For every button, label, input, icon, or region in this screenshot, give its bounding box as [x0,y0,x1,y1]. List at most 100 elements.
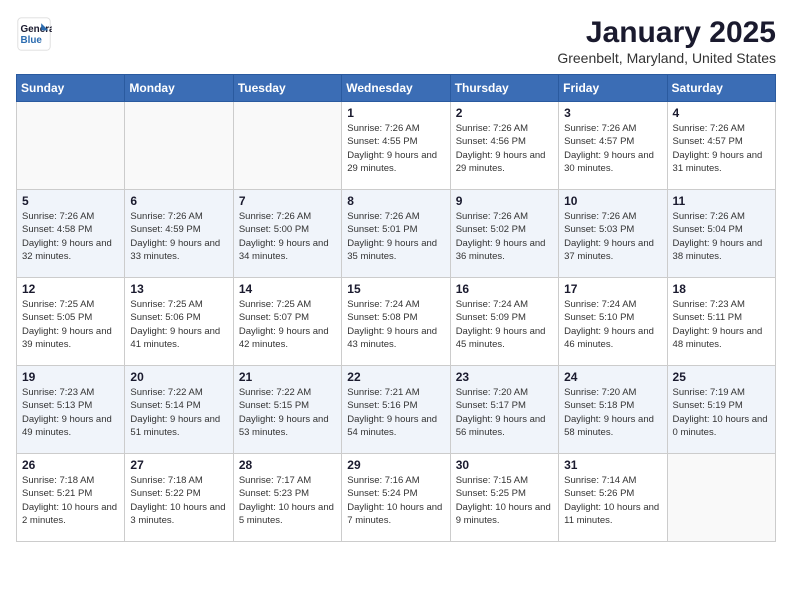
calendar-cell: 27 Sunrise: 7:18 AMSunset: 5:22 PMDayligh… [125,454,233,542]
day-info: Sunrise: 7:18 AMSunset: 5:21 PMDaylight:… [22,474,119,527]
calendar-cell: 21 Sunrise: 7:22 AMSunset: 5:15 PMDayligh… [233,366,341,454]
day-info: Sunrise: 7:26 AMSunset: 5:01 PMDaylight:… [347,210,444,263]
month-title: January 2025 [557,16,776,50]
weekday-header-tuesday: Tuesday [233,75,341,102]
day-number: 27 [130,458,227,472]
calendar-week-row: 1 Sunrise: 7:26 AMSunset: 4:55 PMDaylight… [17,102,776,190]
day-info: Sunrise: 7:25 AMSunset: 5:07 PMDaylight:… [239,298,336,351]
calendar-cell [667,454,775,542]
day-number: 3 [564,106,661,120]
day-number: 30 [456,458,553,472]
title-block: January 2025 Greenbelt, Maryland, United… [557,16,776,66]
day-info: Sunrise: 7:24 AMSunset: 5:09 PMDaylight:… [456,298,553,351]
calendar-cell [125,102,233,190]
calendar-cell: 15 Sunrise: 7:24 AMSunset: 5:08 PMDayligh… [342,278,450,366]
svg-text:Blue: Blue [21,35,43,46]
day-info: Sunrise: 7:26 AMSunset: 5:02 PMDaylight:… [456,210,553,263]
day-info: Sunrise: 7:26 AMSunset: 4:55 PMDaylight:… [347,122,444,175]
day-number: 31 [564,458,661,472]
day-number: 9 [456,194,553,208]
day-info: Sunrise: 7:26 AMSunset: 5:03 PMDaylight:… [564,210,661,263]
day-info: Sunrise: 7:26 AMSunset: 5:04 PMDaylight:… [673,210,770,263]
weekday-header-sunday: Sunday [17,75,125,102]
day-info: Sunrise: 7:26 AMSunset: 4:59 PMDaylight:… [130,210,227,263]
day-info: Sunrise: 7:22 AMSunset: 5:15 PMDaylight:… [239,386,336,439]
calendar-table: SundayMondayTuesdayWednesdayThursdayFrid… [16,74,776,542]
day-info: Sunrise: 7:15 AMSunset: 5:25 PMDaylight:… [456,474,553,527]
calendar-cell: 13 Sunrise: 7:25 AMSunset: 5:06 PMDayligh… [125,278,233,366]
day-number: 14 [239,282,336,296]
day-info: Sunrise: 7:26 AMSunset: 4:58 PMDaylight:… [22,210,119,263]
weekday-header-row: SundayMondayTuesdayWednesdayThursdayFrid… [17,75,776,102]
calendar-cell: 14 Sunrise: 7:25 AMSunset: 5:07 PMDayligh… [233,278,341,366]
day-number: 13 [130,282,227,296]
day-info: Sunrise: 7:14 AMSunset: 5:26 PMDaylight:… [564,474,661,527]
calendar-cell: 2Sunrise: 7:26 AMSunset: 4:56 PMDaylight… [450,102,558,190]
day-number: 23 [456,370,553,384]
calendar-week-row: 12 Sunrise: 7:25 AMSunset: 5:05 PMDayligh… [17,278,776,366]
calendar-cell: 12 Sunrise: 7:25 AMSunset: 5:05 PMDayligh… [17,278,125,366]
calendar-cell: 20Sunrise: 7:22 AMSunset: 5:14 PMDayligh… [125,366,233,454]
calendar-week-row: 5 Sunrise: 7:26 AMSunset: 4:58 PMDaylight… [17,190,776,278]
day-info: Sunrise: 7:25 AMSunset: 5:06 PMDaylight:… [130,298,227,351]
day-number: 18 [673,282,770,296]
calendar-cell: 18Sunrise: 7:23 AMSunset: 5:11 PMDayligh… [667,278,775,366]
day-info: Sunrise: 7:16 AMSunset: 5:24 PMDaylight:… [347,474,444,527]
day-number: 16 [456,282,553,296]
calendar-cell: 29 Sunrise: 7:16 AMSunset: 5:24 PMDayligh… [342,454,450,542]
calendar-cell [233,102,341,190]
day-info: Sunrise: 7:26 AMSunset: 5:00 PMDaylight:… [239,210,336,263]
calendar-cell: 28Sunrise: 7:17 AMSunset: 5:23 PMDayligh… [233,454,341,542]
day-info: Sunrise: 7:18 AMSunset: 5:22 PMDaylight:… [130,474,227,527]
calendar-cell: 9 Sunrise: 7:26 AMSunset: 5:02 PMDaylight… [450,190,558,278]
calendar-cell: 23 Sunrise: 7:20 AMSunset: 5:17 PMDayligh… [450,366,558,454]
calendar-week-row: 26 Sunrise: 7:18 AMSunset: 5:21 PMDayligh… [17,454,776,542]
day-number: 19 [22,370,119,384]
day-number: 7 [239,194,336,208]
weekday-header-saturday: Saturday [667,75,775,102]
calendar-week-row: 19 Sunrise: 7:23 AMSunset: 5:13 PMDayligh… [17,366,776,454]
calendar-cell: 31 Sunrise: 7:14 AMSunset: 5:26 PMDayligh… [559,454,667,542]
day-number: 25 [673,370,770,384]
page-header: General Blue GeneralBlue January 2025 Gr… [16,16,776,66]
day-number: 2 [456,106,553,120]
calendar-cell: 11 Sunrise: 7:26 AMSunset: 5:04 PMDayligh… [667,190,775,278]
day-number: 4 [673,106,770,120]
day-number: 21 [239,370,336,384]
day-number: 22 [347,370,444,384]
day-number: 29 [347,458,444,472]
calendar-cell: 3 Sunrise: 7:26 AMSunset: 4:57 PMDaylight… [559,102,667,190]
calendar-cell: 16 Sunrise: 7:24 AMSunset: 5:09 PMDayligh… [450,278,558,366]
calendar-cell: 17Sunrise: 7:24 AMSunset: 5:10 PMDayligh… [559,278,667,366]
calendar-cell: 10Sunrise: 7:26 AMSunset: 5:03 PMDayligh… [559,190,667,278]
day-info: Sunrise: 7:24 AMSunset: 5:10 PMDaylight:… [564,298,661,351]
day-number: 28 [239,458,336,472]
day-number: 15 [347,282,444,296]
calendar-cell: 8 Sunrise: 7:26 AMSunset: 5:01 PMDaylight… [342,190,450,278]
day-info: Sunrise: 7:19 AMSunset: 5:19 PMDaylight:… [673,386,770,439]
calendar-cell: 26 Sunrise: 7:18 AMSunset: 5:21 PMDayligh… [17,454,125,542]
calendar-cell: 25 Sunrise: 7:19 AMSunset: 5:19 PMDayligh… [667,366,775,454]
day-info: Sunrise: 7:26 AMSunset: 4:57 PMDaylight:… [673,122,770,175]
location-label: Greenbelt, Maryland, United States [557,50,776,66]
day-number: 11 [673,194,770,208]
day-info: Sunrise: 7:24 AMSunset: 5:08 PMDaylight:… [347,298,444,351]
logo-icon: General Blue [16,16,52,52]
day-info: Sunrise: 7:20 AMSunset: 5:18 PMDaylight:… [564,386,661,439]
day-number: 12 [22,282,119,296]
day-number: 24 [564,370,661,384]
day-number: 8 [347,194,444,208]
day-info: Sunrise: 7:23 AMSunset: 5:13 PMDaylight:… [22,386,119,439]
day-number: 5 [22,194,119,208]
calendar-cell: 4 Sunrise: 7:26 AMSunset: 4:57 PMDaylight… [667,102,775,190]
weekday-header-friday: Friday [559,75,667,102]
day-info: Sunrise: 7:26 AMSunset: 4:57 PMDaylight:… [564,122,661,175]
day-info: Sunrise: 7:20 AMSunset: 5:17 PMDaylight:… [456,386,553,439]
calendar-cell: 30 Sunrise: 7:15 AMSunset: 5:25 PMDayligh… [450,454,558,542]
day-info: Sunrise: 7:25 AMSunset: 5:05 PMDaylight:… [22,298,119,351]
calendar-cell: 22Sunrise: 7:21 AMSunset: 5:16 PMDayligh… [342,366,450,454]
day-number: 1 [347,106,444,120]
calendar-cell [17,102,125,190]
day-number: 26 [22,458,119,472]
calendar-cell: 5 Sunrise: 7:26 AMSunset: 4:58 PMDaylight… [17,190,125,278]
